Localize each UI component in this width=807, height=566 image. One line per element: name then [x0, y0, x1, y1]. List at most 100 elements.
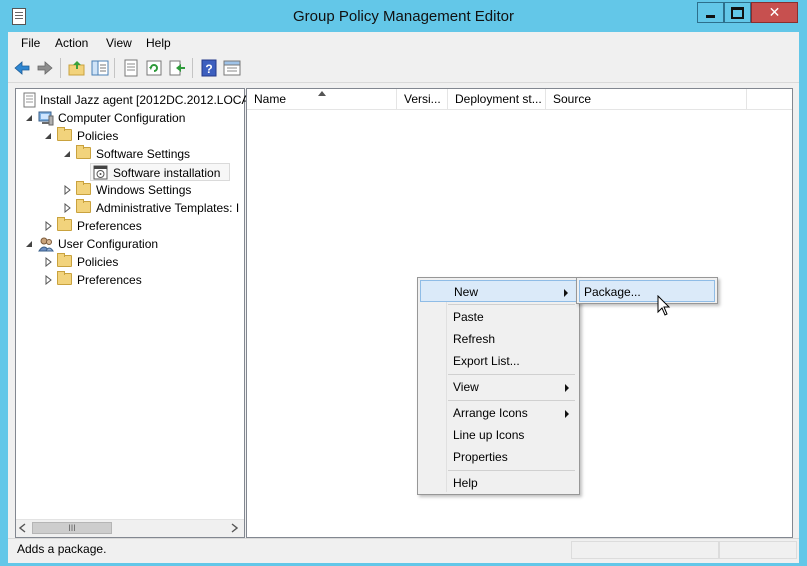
menu-item-label: Help — [453, 476, 478, 490]
folder-icon — [57, 253, 72, 267]
help-icon[interactable]: ? — [200, 59, 218, 77]
window-title: Group Policy Management Editor — [293, 8, 514, 25]
software-installation-icon — [93, 165, 108, 180]
scroll-left-icon[interactable] — [19, 523, 27, 533]
sort-ascending-icon — [318, 91, 326, 96]
maximize-button[interactable] — [724, 2, 751, 23]
tree-label: Preferences — [77, 273, 142, 287]
new-submenu: Package... — [576, 277, 718, 304]
tree-item-user-preferences[interactable]: Preferences — [20, 271, 242, 289]
column-header-version[interactable]: Versi... — [397, 89, 448, 109]
collapse-arrow-icon[interactable] — [25, 114, 33, 122]
menu-item-label: Arrange Icons — [453, 406, 528, 420]
menu-item-label: Export List... — [453, 354, 520, 368]
tree-label: Policies — [77, 129, 119, 143]
tree-label: Policies — [77, 255, 119, 269]
refresh-icon[interactable] — [145, 59, 163, 77]
tree-item-software-settings[interactable]: Software Settings — [20, 145, 242, 163]
collapse-arrow-icon[interactable] — [63, 150, 71, 158]
column-header-source[interactable]: Source — [546, 89, 747, 109]
menu-separator — [448, 304, 575, 305]
column-header-row: Name Versi... Deployment st... Source — [247, 89, 792, 110]
menu-action[interactable]: Action — [55, 36, 88, 50]
toolbar-separator — [114, 58, 115, 78]
mouse-pointer-icon — [657, 295, 671, 316]
menu-item-package[interactable]: Package... — [579, 280, 715, 302]
menu-item-line-up-icons[interactable]: Line up Icons — [420, 424, 577, 446]
collapse-arrow-icon[interactable] — [25, 240, 33, 248]
tree-label: Software installation — [113, 166, 221, 180]
scroll-thumb[interactable]: III — [32, 522, 112, 534]
minimize-icon — [706, 15, 715, 18]
title-bar[interactable]: Group Policy Management Editor ✕ — [0, 0, 807, 32]
tree-item-policies[interactable]: Policies — [20, 127, 242, 145]
tree-item-administrative-templates[interactable]: Administrative Templates: I — [20, 199, 242, 217]
submenu-arrow-icon — [564, 289, 568, 297]
menu-item-help[interactable]: Help — [420, 472, 577, 494]
toolbar-separator — [60, 58, 61, 78]
tree-item-software-installation[interactable]: Software installation — [90, 163, 230, 181]
horizontal-scrollbar[interactable]: III — [16, 519, 244, 537]
menu-view[interactable]: View — [106, 36, 132, 50]
forward-arrow-icon[interactable] — [36, 59, 54, 77]
menu-separator — [448, 400, 575, 401]
close-button[interactable]: ✕ — [751, 2, 798, 23]
menu-file[interactable]: File — [21, 36, 40, 50]
menu-item-label: Line up Icons — [453, 428, 525, 442]
properties-sheet-icon[interactable] — [122, 59, 140, 77]
tree-label: Preferences — [77, 219, 142, 233]
console-tree: Install Jazz agent [2012DC.2012.LOCAL Co… — [15, 88, 256, 538]
folder-icon — [57, 127, 72, 141]
users-icon — [38, 237, 54, 252]
folder-icon — [76, 145, 91, 159]
expand-arrow-icon[interactable] — [45, 275, 53, 285]
expand-arrow-icon[interactable] — [64, 185, 72, 195]
action-pane-icon[interactable] — [223, 59, 241, 77]
menu-item-label: View — [453, 380, 479, 394]
minimize-button[interactable] — [697, 2, 724, 23]
up-folder-icon[interactable] — [68, 59, 86, 77]
menu-separator — [448, 470, 575, 471]
menu-help[interactable]: Help — [146, 36, 171, 50]
tree-label: Administrative Templates: I — [96, 201, 240, 215]
menu-separator — [448, 374, 575, 375]
menu-item-arrange-icons[interactable]: Arrange Icons — [420, 402, 577, 424]
tree-label: User Configuration — [58, 237, 159, 251]
menu-item-export-list[interactable]: Export List... — [420, 350, 577, 372]
app-window: Group Policy Management Editor ✕ File Ac… — [0, 0, 807, 566]
show-hide-tree-icon[interactable] — [91, 59, 109, 77]
menu-item-new[interactable]: New — [420, 280, 577, 302]
tree-label: Software Settings — [96, 147, 191, 161]
tree-item-user-policies[interactable]: Policies — [20, 253, 242, 271]
menu-item-view[interactable]: View — [420, 376, 577, 398]
status-text: Adds a package. — [17, 542, 107, 556]
svg-text:?: ? — [205, 62, 212, 76]
menu-item-label: New — [454, 285, 479, 299]
folder-icon — [57, 271, 72, 285]
expand-arrow-icon[interactable] — [45, 221, 53, 231]
menu-item-label: Properties — [453, 450, 508, 464]
menu-item-paste[interactable]: Paste — [420, 306, 577, 328]
toolbar: ? — [8, 54, 799, 83]
expand-arrow-icon[interactable] — [45, 257, 53, 267]
tree-item-user-configuration[interactable]: User Configuration — [20, 235, 242, 253]
column-header-deployment-state[interactable]: Deployment st... — [448, 89, 546, 109]
status-panel — [571, 541, 719, 559]
folder-icon — [76, 181, 91, 195]
expand-arrow-icon[interactable] — [64, 203, 72, 213]
column-header-name[interactable]: Name — [247, 89, 397, 109]
export-list-icon[interactable] — [168, 59, 186, 77]
toolbar-separator — [192, 58, 193, 78]
status-panel — [719, 541, 797, 559]
menu-item-properties[interactable]: Properties — [420, 446, 577, 468]
back-arrow-icon[interactable] — [13, 59, 31, 77]
menu-item-label: Refresh — [453, 332, 496, 346]
submenu-arrow-icon — [565, 384, 569, 392]
tree-item-preferences[interactable]: Preferences — [20, 217, 242, 235]
tree-item-windows-settings[interactable]: Windows Settings — [20, 181, 242, 199]
menu-item-refresh[interactable]: Refresh — [420, 328, 577, 350]
tree-item-root[interactable]: Install Jazz agent [2012DC.2012.LOCAL — [20, 91, 256, 109]
tree-item-computer-configuration[interactable]: Computer Configuration — [20, 109, 242, 127]
scroll-right-icon[interactable] — [230, 523, 238, 533]
collapse-arrow-icon[interactable] — [44, 132, 52, 140]
